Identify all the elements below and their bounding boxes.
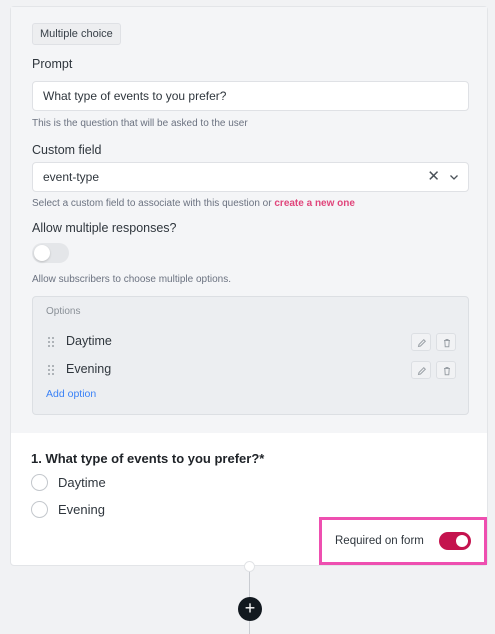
drag-handle-icon[interactable]	[47, 364, 55, 376]
prompt-hint: This is the question that will be asked …	[32, 118, 248, 129]
pencil-icon	[417, 338, 427, 348]
custom-field-value: event-type	[43, 170, 100, 184]
question-editor: Multiple choice Prompt What type of even…	[11, 7, 487, 433]
required-on-form-label: Required on form	[335, 535, 424, 547]
trash-icon	[444, 367, 450, 376]
required-on-form-toggle[interactable]	[439, 532, 471, 550]
custom-field-hint-text: Select a custom field to associate with …	[32, 198, 272, 209]
preview-question-title: 1. What type of events to you prefer?*	[31, 451, 265, 466]
delete-option-button[interactable]	[436, 333, 456, 351]
create-new-field-link[interactable]: create a new one	[274, 198, 355, 209]
drag-handle-icon[interactable]	[47, 336, 55, 348]
preview-choice-label: Daytime	[58, 475, 106, 490]
toggle-knob	[34, 245, 50, 261]
question-card: Multiple choice Prompt What type of even…	[10, 6, 488, 566]
toggle-knob	[456, 535, 468, 547]
allow-multiple-hint: Allow subscribers to choose multiple opt…	[32, 274, 231, 285]
custom-field-select[interactable]: event-type ✕	[32, 162, 469, 192]
options-title: Options	[46, 306, 81, 317]
close-icon[interactable]: ✕	[427, 163, 440, 191]
custom-field-hint: Select a custom field to associate with …	[32, 198, 355, 209]
radio-button[interactable]	[31, 501, 48, 518]
connector-dot	[244, 561, 255, 572]
prompt-input-value: What type of events to you prefer?	[43, 89, 227, 103]
prompt-label: Prompt	[32, 57, 73, 71]
required-on-form-highlight: Required on form	[319, 517, 487, 565]
custom-field-label: Custom field	[32, 143, 102, 157]
delete-option-button[interactable]	[436, 361, 456, 379]
radio-button[interactable]	[31, 474, 48, 491]
pencil-icon	[417, 366, 427, 376]
add-option-link[interactable]: Add option	[46, 388, 96, 400]
option-row: Daytime	[33, 330, 468, 354]
plus-icon: +	[244, 598, 256, 618]
prompt-input[interactable]: What type of events to you prefer?	[32, 81, 469, 111]
option-label: Daytime	[66, 334, 112, 348]
question-type-badge: Multiple choice	[32, 23, 121, 45]
add-block-button[interactable]: +	[238, 597, 262, 621]
option-label: Evening	[66, 362, 112, 376]
edit-option-button[interactable]	[411, 361, 431, 379]
option-row: Evening	[33, 358, 468, 382]
trash-icon	[444, 339, 450, 348]
allow-multiple-label: Allow multiple responses?	[32, 221, 177, 235]
chevron-down-icon[interactable]	[449, 172, 459, 182]
preview-choice-label: Evening	[58, 502, 105, 517]
edit-option-button[interactable]	[411, 333, 431, 351]
allow-multiple-toggle[interactable]	[32, 243, 69, 263]
options-panel: Options Daytime Evening Add option	[32, 296, 469, 415]
